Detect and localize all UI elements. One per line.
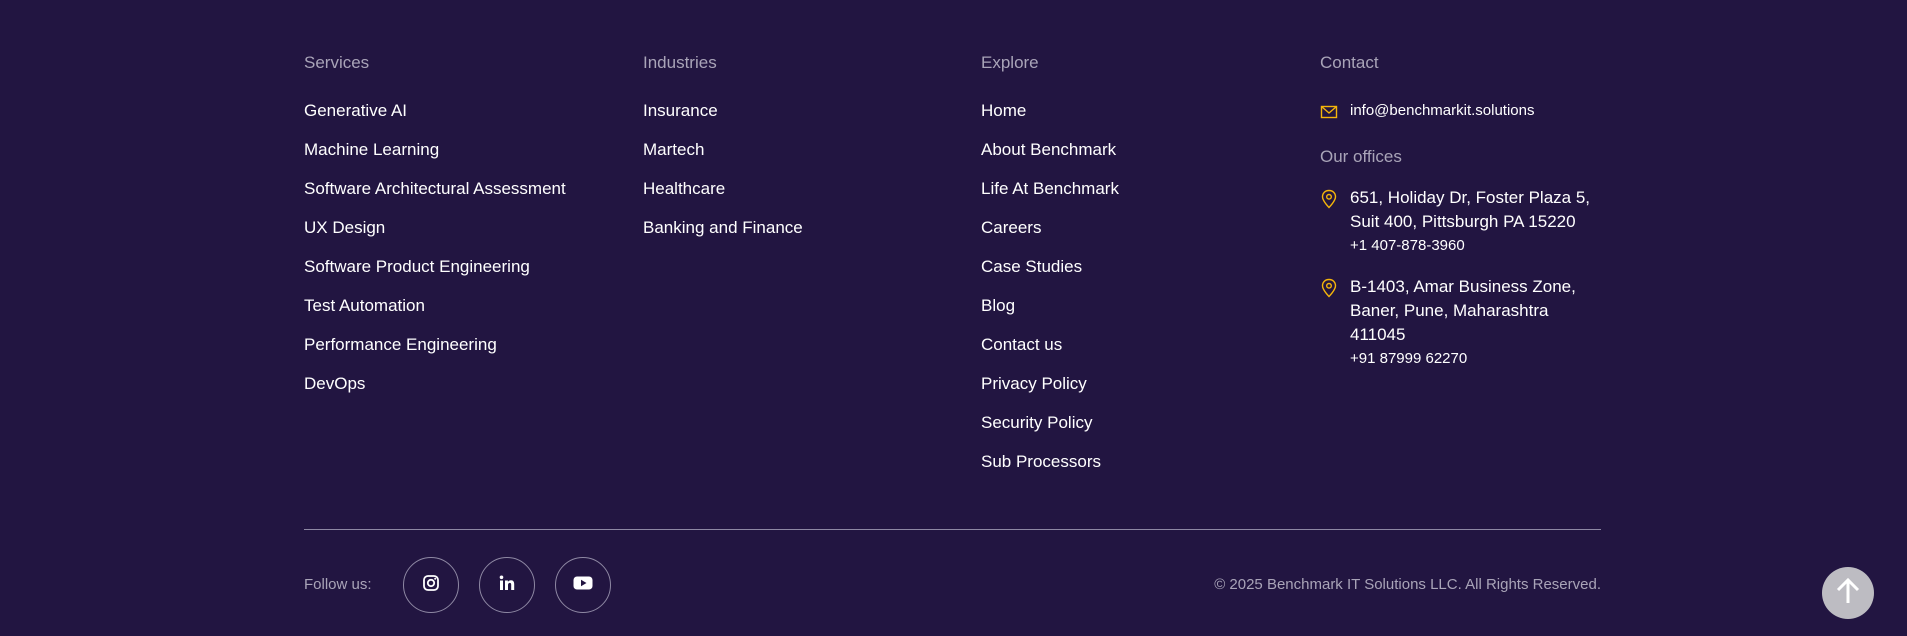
email-row[interactable]: info@benchmarkit.solutions (1320, 100, 1610, 122)
offices-title: Our offices (1320, 147, 1402, 166)
explore-link-home[interactable]: Home (981, 100, 1119, 139)
site-footer: Services Generative AI Machine Learning … (0, 0, 1907, 636)
contact-column: Contact info@benchmarkit.solutions Our o… (1320, 52, 1610, 388)
linkedin-icon (498, 574, 516, 597)
explore-link-security[interactable]: Security Policy (981, 412, 1119, 451)
email-link[interactable]: info@benchmarkit.solutions (1350, 100, 1534, 122)
office-pune-details: B-1403, Amar Business Zone, Baner, Pune,… (1350, 275, 1590, 370)
footer-divider (304, 529, 1601, 530)
services-link-devops[interactable]: DevOps (304, 373, 566, 412)
contact-title: Contact (1320, 53, 1379, 72)
services-link-ux-design[interactable]: UX Design (304, 217, 566, 256)
office-phone[interactable]: +91 87999 62270 (1350, 348, 1590, 370)
office-phone[interactable]: +1 407-878-3960 (1350, 235, 1590, 257)
explore-list: Home About Benchmark Life At Benchmark C… (981, 100, 1119, 490)
location-pin-icon (1320, 189, 1338, 209)
explore-link-case-studies[interactable]: Case Studies (981, 256, 1119, 295)
industries-list: Insurance Martech Healthcare Banking and… (643, 100, 803, 256)
industries-link-healthcare[interactable]: Healthcare (643, 178, 803, 217)
explore-title: Explore (981, 53, 1039, 72)
services-link-test-automation[interactable]: Test Automation (304, 295, 566, 334)
office-address: B-1403, Amar Business Zone, Baner, Pune,… (1350, 277, 1576, 344)
services-link-product-engineering[interactable]: Software Product Engineering (304, 256, 566, 295)
instagram-icon (422, 574, 440, 597)
services-link-architectural-assessment[interactable]: Software Architectural Assessment (304, 178, 566, 217)
explore-link-contact[interactable]: Contact us (981, 334, 1119, 373)
industries-column: Industries Insurance Martech Healthcare … (643, 52, 803, 256)
industries-link-insurance[interactable]: Insurance (643, 100, 803, 139)
services-link-machine-learning[interactable]: Machine Learning (304, 139, 566, 178)
mail-icon (1320, 103, 1338, 121)
explore-link-privacy[interactable]: Privacy Policy (981, 373, 1119, 412)
instagram-button[interactable] (403, 557, 459, 613)
explore-link-sub-processors[interactable]: Sub Processors (981, 451, 1119, 490)
youtube-button[interactable] (555, 557, 611, 613)
industries-link-banking-finance[interactable]: Banking and Finance (643, 217, 803, 256)
services-column: Services Generative AI Machine Learning … (304, 52, 566, 412)
explore-link-careers[interactable]: Careers (981, 217, 1119, 256)
youtube-icon (573, 575, 593, 596)
services-link-performance-engineering[interactable]: Performance Engineering (304, 334, 566, 373)
office-pune: B-1403, Amar Business Zone, Baner, Pune,… (1320, 275, 1610, 370)
industries-title: Industries (643, 53, 717, 72)
arrow-up-icon (1835, 577, 1861, 610)
linkedin-button[interactable] (479, 557, 535, 613)
office-pittsburgh-details: 651, Holiday Dr, Foster Plaza 5, Suit 40… (1350, 186, 1590, 257)
explore-column: Explore Home About Benchmark Life At Ben… (981, 52, 1119, 490)
industries-link-martech[interactable]: Martech (643, 139, 803, 178)
services-list: Generative AI Machine Learning Software … (304, 100, 566, 412)
follow-us-label: Follow us: (304, 576, 372, 593)
services-link-generative-ai[interactable]: Generative AI (304, 100, 566, 139)
scroll-to-top-button[interactable] (1822, 567, 1874, 619)
office-pittsburgh: 651, Holiday Dr, Foster Plaza 5, Suit 40… (1320, 186, 1610, 257)
location-pin-icon (1320, 278, 1338, 298)
services-title: Services (304, 53, 370, 72)
copyright-text: © 2025 Benchmark IT Solutions LLC. All R… (1214, 576, 1601, 593)
explore-link-life[interactable]: Life At Benchmark (981, 178, 1119, 217)
explore-link-about[interactable]: About Benchmark (981, 139, 1119, 178)
office-address: 651, Holiday Dr, Foster Plaza 5, Suit 40… (1350, 188, 1591, 231)
explore-link-blog[interactable]: Blog (981, 295, 1119, 334)
